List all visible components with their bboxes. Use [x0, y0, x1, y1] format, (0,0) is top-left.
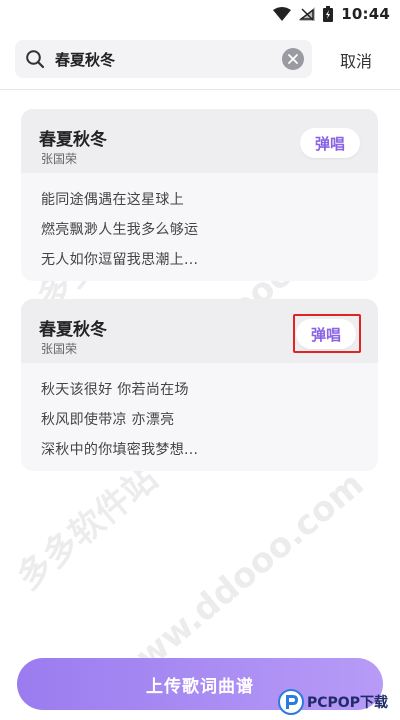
song-card-header: 春夏秋冬 张国荣 弹唱 [21, 299, 378, 363]
play-sing-button[interactable]: 弹唱 [296, 319, 356, 349]
song-artist: 张国荣 [41, 342, 78, 356]
search-input[interactable] [55, 40, 275, 78]
song-card[interactable]: 春夏秋冬 张国荣 弹唱 能同途偶遇在这星球上 燃亮飘渺人生我多么够运 无人如你逗… [21, 109, 378, 281]
upload-lyrics-score-button[interactable]: 上传歌词曲谱 [17, 658, 383, 710]
status-time: 10:44 [341, 5, 390, 23]
play-sing-button[interactable]: 弹唱 [300, 128, 360, 158]
battery-icon [323, 6, 334, 22]
search-box[interactable] [15, 40, 312, 78]
song-card[interactable]: 春夏秋冬 张国荣 弹唱 秋天该很好 你若尚在场 秋风即使带凉 亦漂亮 深秋中的你… [21, 299, 378, 471]
signal-icon [299, 7, 316, 21]
clear-icon[interactable] [282, 48, 304, 70]
lyric-line: 秋风即使带凉 亦漂亮 [41, 412, 175, 428]
results-list: 多多软件站 www.ddooo.com 多多软件站 www.ddooo.com … [0, 91, 400, 720]
status-bar: 10:44 [0, 0, 400, 28]
song-artist: 张国荣 [41, 152, 78, 166]
lyric-line: 秋天该很好 你若尚在场 [41, 382, 189, 398]
song-title: 春夏秋冬 [39, 320, 107, 340]
lyric-line: 燃亮飘渺人生我多么够运 [41, 222, 199, 238]
lyric-line: 无人如你逗留我思潮上... [41, 252, 199, 268]
song-title: 春夏秋冬 [39, 130, 107, 150]
search-header: 取消 [0, 28, 400, 90]
wifi-icon [273, 7, 292, 21]
cancel-button[interactable]: 取消 [330, 48, 382, 72]
watermark-site-cn: 多多软件站 [9, 458, 166, 599]
search-icon [26, 50, 45, 69]
song-card-header: 春夏秋冬 张国荣 弹唱 [21, 109, 378, 173]
lyric-line: 能同途偶遇在这星球上 [41, 192, 184, 208]
lyric-line: 深秋中的你填密我梦想... [41, 442, 199, 458]
